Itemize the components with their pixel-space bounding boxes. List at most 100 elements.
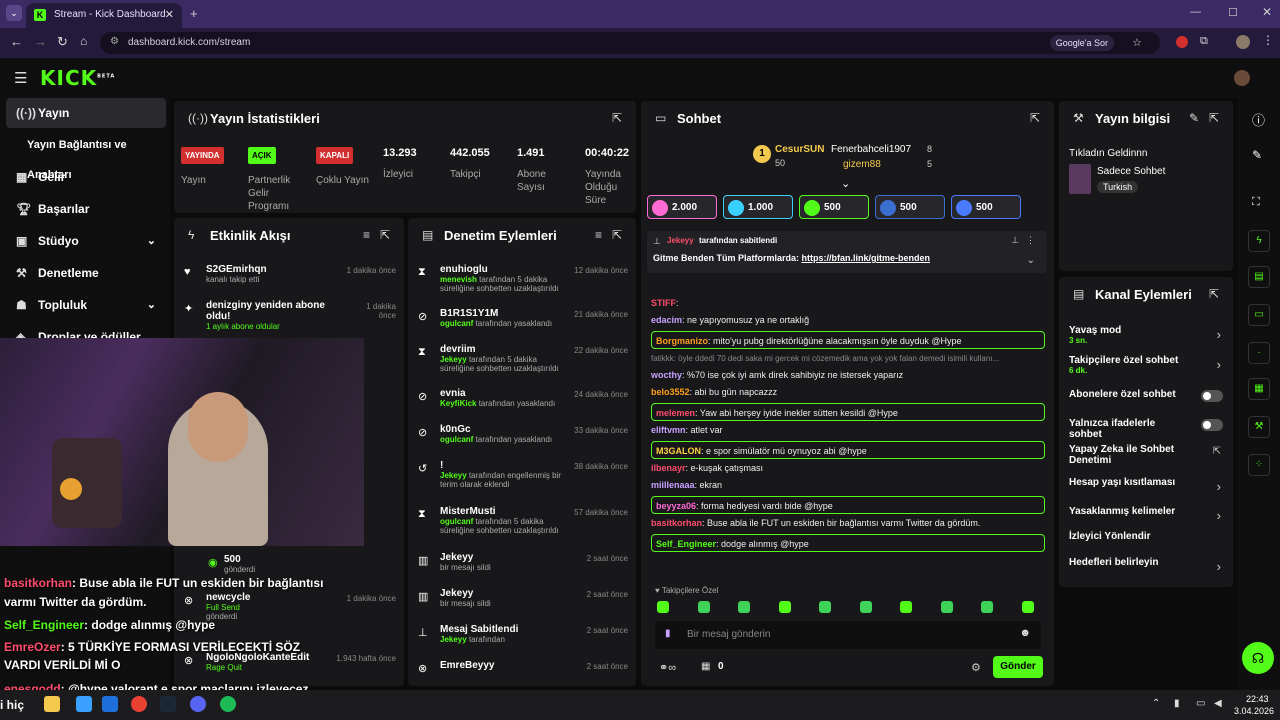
maximize-icon[interactable]: ☐ (1228, 6, 1238, 19)
back-icon[interactable]: ← (10, 34, 23, 49)
document-icon[interactable]: ▤ (1248, 266, 1270, 288)
toggle-switch[interactable] (1201, 419, 1223, 431)
emoji-icon[interactable]: ☻ (1019, 627, 1031, 639)
browser-menu-icon[interactable]: ⋮ (1262, 33, 1274, 47)
file-explorer-icon[interactable] (44, 696, 60, 712)
info-icon[interactable]: ⓘ (1252, 110, 1265, 129)
emote-icon[interactable] (778, 601, 791, 613)
more-options-icon[interactable]: ⋮ (1026, 235, 1035, 246)
popout-icon[interactable]: ⇱ (612, 228, 622, 242)
gift-tier-button[interactable]: 1.000 (723, 195, 793, 219)
close-window-icon[interactable]: ✕ (1262, 5, 1272, 19)
fullscreen-icon[interactable]: ⛶ (1252, 196, 1260, 209)
emote-icon[interactable] (697, 601, 710, 613)
settings-gear-icon[interactable]: ⚙ (971, 661, 981, 674)
sidebar-item-denetleme[interactable]: ⚒ Denetleme (6, 258, 166, 288)
chat-input[interactable]: ▮ Bir mesaj gönderin ☻ (655, 621, 1041, 649)
home-icon[interactable]: ⌂ (80, 34, 87, 48)
chat-username[interactable]: ilbenayr (651, 463, 686, 473)
chevron-right-icon[interactable]: › (1217, 559, 1221, 574)
mic-icon[interactable]: ▮ (1174, 698, 1180, 709)
sidebar-item-gelir[interactable]: ▦ Gelir (6, 162, 166, 192)
channel-action-4[interactable]: Yapay Zeka ile Sohbet Denetimi (1069, 444, 1189, 466)
chat-username[interactable]: eliftvmn (651, 425, 686, 435)
emote-icon[interactable] (1021, 601, 1034, 613)
chevron-down-icon[interactable]: ⌄ (1027, 255, 1035, 266)
channel-action-3[interactable]: Yalnızca ifadelerle sohbet (1069, 418, 1189, 440)
outlook-icon[interactable] (102, 696, 118, 712)
close-tab-icon[interactable]: ✕ (165, 8, 174, 21)
spotify-icon[interactable] (220, 696, 236, 712)
chat-username[interactable]: Self_Engineer (656, 539, 716, 549)
chat-username[interactable]: wocthy (651, 370, 682, 380)
chevron-right-icon[interactable]: › (1217, 479, 1221, 494)
emote-icon[interactable] (981, 601, 993, 613)
browser-tab[interactable]: K Stream - Kick Dashboard ✕ (26, 3, 182, 28)
chat-username[interactable]: edacim (651, 315, 682, 325)
chevron-right-icon[interactable]: › (1217, 508, 1221, 523)
taskbar-search[interactable]: i hiç (0, 698, 24, 712)
toggle-switch[interactable] (1201, 390, 1223, 402)
chat-username[interactable]: Borgmanizo (656, 336, 708, 346)
popout-icon[interactable]: ⇱ (380, 228, 390, 242)
filter-icon[interactable]: ≡ (595, 228, 602, 242)
emote-icon[interactable] (657, 601, 669, 613)
bookmark-star-icon[interactable]: ☆ (1132, 36, 1142, 49)
chat-username[interactable]: belo3552 (651, 387, 690, 397)
chat-username[interactable]: miillenaaa (651, 480, 695, 490)
emote-icon[interactable] (940, 601, 953, 613)
google-search-button[interactable]: Google'a Sor (1049, 35, 1114, 51)
gift-tier-button[interactable]: 2.000 (647, 195, 717, 219)
chat-username[interactable]: beyyza06 (656, 501, 696, 511)
filter-icon[interactable]: ≡ (363, 228, 370, 242)
wrench-icon[interactable]: ⚒ (1248, 416, 1270, 438)
edit-pencil-icon[interactable]: ✎ (1252, 148, 1262, 162)
channel-action-5[interactable]: Hesap yaşı kısıtlaması (1069, 477, 1189, 488)
points-icon[interactable]: ⚭∞ (659, 661, 676, 674)
channel-action-8[interactable]: Hedefleri belirleyin (1069, 557, 1189, 568)
hamburger-menu-icon[interactable]: ☰ (14, 69, 27, 87)
sidebar-item-topluluk[interactable]: ☗ Topluluk ⌄ (6, 290, 166, 320)
new-tab-icon[interactable]: + (190, 6, 198, 21)
chat-username[interactable]: melemen (656, 408, 695, 418)
tray-chevron-icon[interactable]: ⌃ (1152, 698, 1160, 709)
channel-action-2[interactable]: Abonelere özel sohbet (1069, 389, 1189, 400)
kick-logo[interactable]: KICKBETA (40, 66, 115, 90)
external-link-icon[interactable]: ⇱ (1213, 446, 1221, 457)
popout-icon[interactable]: ⇱ (612, 111, 622, 125)
extensions-puzzle-icon[interactable]: ⧉ (1200, 35, 1208, 48)
reload-icon[interactable]: ↻ (57, 34, 68, 50)
minimize-icon[interactable]: — (1190, 6, 1201, 18)
broadcast-icon[interactable]: · (1248, 342, 1270, 364)
sidebar-item-yayin[interactable]: ((·)) Yayın (6, 98, 166, 128)
extension-icon[interactable] (1176, 36, 1188, 48)
discord-icon[interactable] (190, 696, 206, 712)
channel-action-1[interactable]: Takipçilere özel sohbet 6 dk. (1069, 355, 1189, 375)
popout-icon[interactable]: ⇱ (1030, 111, 1040, 125)
mic-icon[interactable]: ▮ (665, 628, 671, 639)
chat-bubble-icon[interactable]: ▭ (1248, 304, 1270, 326)
support-chat-button[interactable]: ☊ (1242, 642, 1274, 674)
channel-action-0[interactable]: Yavaş mod 3 sn. (1069, 325, 1189, 345)
lightning-icon[interactable]: ϟ (1248, 230, 1270, 252)
site-info-icon[interactable]: ⚙ (110, 36, 119, 47)
volume-icon[interactable]: ◀ (1214, 698, 1222, 709)
emote-icon[interactable] (738, 601, 750, 613)
pin-icon[interactable]: ⊥ (1011, 235, 1019, 246)
sidebar-item-stream-key[interactable]: Yayın Bağlantısı ve Anahtarı (6, 130, 166, 181)
chat-username[interactable]: basitkorhan (651, 518, 702, 528)
store-icon[interactable] (76, 696, 92, 712)
emote-icon[interactable] (819, 601, 831, 613)
gift-tier-button[interactable]: 500 (875, 195, 945, 219)
steam-icon[interactable] (160, 696, 176, 712)
drops-icon[interactable]: ⁘ (1248, 454, 1270, 476)
channel-action-6[interactable]: Yasaklanmış kelimeler (1069, 506, 1189, 517)
sidebar-item-basarilar[interactable]: 🏆︎ Başarılar (6, 194, 166, 224)
send-button[interactable]: Gönder (993, 656, 1043, 678)
network-icon[interactable]: ▭ (1196, 698, 1205, 709)
chat-username[interactable]: STIFF (651, 298, 676, 308)
user-avatar[interactable] (1234, 70, 1250, 86)
edit-pencil-icon[interactable]: ✎ (1189, 111, 1199, 125)
profile-avatar[interactable] (1236, 35, 1250, 49)
channel-action-7[interactable]: İzleyici Yönlendir (1069, 531, 1189, 542)
